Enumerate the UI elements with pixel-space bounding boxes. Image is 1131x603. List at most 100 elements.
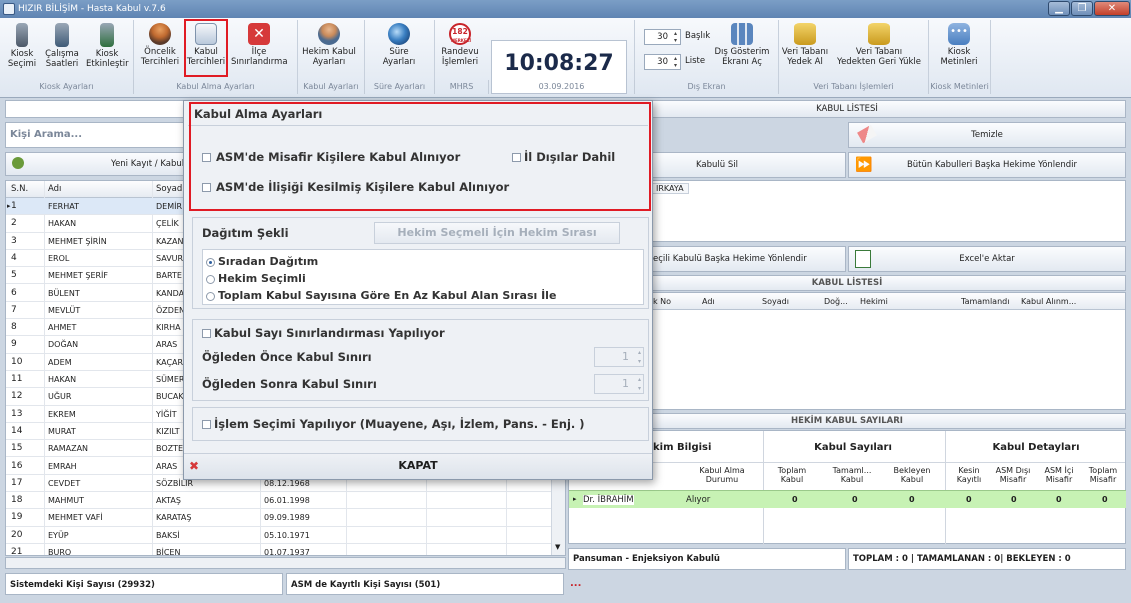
row-sn: 20	[11, 529, 23, 540]
kapat-button[interactable]: ✖ KAPAT	[184, 453, 652, 479]
sonra-spinner[interactable]: 1 ▴ ▾	[594, 374, 644, 394]
sonra-label: Öğleden Sonra Kabul Sınırı	[202, 377, 377, 391]
kiosk-etkinlestir-button[interactable]: Kiosk Etkinleştir	[86, 21, 129, 69]
dagitim-label: Dağıtım Şekli	[202, 226, 289, 240]
row-soyad: KAÇAR	[156, 357, 184, 367]
screen-grid-icon	[731, 23, 753, 45]
liste-spinner[interactable]: 30	[644, 54, 681, 70]
close-window-button[interactable]: ✕	[1094, 1, 1130, 16]
row-sn: 7	[11, 304, 17, 315]
row-ad: ADEM	[48, 357, 72, 367]
row-soyad: ÇELİK	[156, 219, 179, 229]
geri-yukle-button[interactable]: Veri Tabanı Yedekten Geri Yükle	[834, 21, 924, 67]
calisma-saatleri-button[interactable]: Çalışma Saatleri	[42, 21, 82, 69]
radio-hekim-secimli[interactable]: Hekim Seçimli	[206, 272, 306, 285]
kiosk-metinleri-button[interactable]: ••• Kiosk Metinleri	[934, 21, 984, 67]
baslik-spinner[interactable]: 30	[644, 29, 681, 45]
row-ad: RAMAZAN	[48, 444, 89, 454]
window-title: HIZIR BİLİŞİM - Hasta Kabul v.7.6	[18, 4, 166, 14]
row-ad: FERHAT	[48, 202, 79, 211]
grid-horizontal-scrollbar[interactable]	[5, 557, 566, 569]
radio-siradan[interactable]: Sıradan Dağıtım	[206, 255, 318, 268]
sure-ayarlari-button[interactable]: Süre Ayarları	[370, 21, 428, 67]
row-soyad: BARTE	[156, 271, 182, 281]
app-icon	[3, 3, 15, 15]
excel-export-button[interactable]: Excel'e Aktar	[848, 246, 1126, 272]
row-ad: CEVDET	[48, 478, 81, 488]
row-soyad: KARATAŞ	[156, 513, 192, 523]
once-spinner[interactable]: 1 ▴ ▾	[594, 347, 644, 367]
row-ad: DOĞAN	[48, 340, 79, 350]
yedek-al-button[interactable]: Veri Tabanı Yedek Al	[780, 21, 830, 67]
hekim-row[interactable]: ▸ Dr. İBRAHİM Alıyor 0 0 0 0 0 0 0	[569, 490, 1126, 508]
database-add-icon	[794, 23, 816, 45]
row-sn: 12	[11, 391, 23, 402]
row-ad: EKREM	[48, 409, 76, 419]
highlight-kabul-tercihleri	[184, 19, 228, 77]
row-ad: MEHMET VAFİ	[48, 513, 103, 523]
row-soyad: KIZILT	[156, 426, 180, 436]
row-sn: 13	[11, 408, 23, 419]
liste-label: Liste	[685, 56, 706, 66]
row-soyad: YİĞİT	[156, 409, 177, 419]
row-ad: MURAT	[48, 426, 76, 436]
kiosk-check-icon	[100, 23, 114, 47]
table-row[interactable]: 19 MEHMET VAFİ KARATAŞ 09.09.1989	[6, 509, 551, 527]
maximize-button[interactable]: ❐	[1071, 1, 1093, 16]
row-ad: MAHMUT	[48, 496, 85, 506]
eraser-icon	[857, 124, 877, 144]
row-sn: 2	[11, 218, 17, 229]
mhrs-logo-icon: 182 MERKEZİ	[449, 23, 471, 45]
redirect-all-button[interactable]: ⏩ Bütün Kabulleri Başka Hekime Yönlendir	[848, 152, 1126, 178]
row-soyad: SAVUR	[156, 253, 184, 263]
row-soyad: ARAS	[156, 461, 178, 471]
close-x-icon: ✖	[189, 459, 200, 473]
row-sn: 16	[11, 460, 23, 471]
row-ad: EYÜP	[48, 530, 69, 540]
chat-dots-icon: •••	[948, 23, 970, 45]
clock-time: 10:08:27	[504, 51, 614, 76]
hekim-kabul-ayarlari-button[interactable]: Hekim Kabul Ayarları	[300, 21, 358, 67]
pansuman-footer: Pansuman - Enjeksiyon Kabulü	[568, 548, 846, 570]
row-pointer-icon: ▸	[7, 202, 11, 210]
kiosk-icon	[16, 23, 28, 47]
globe-icon	[388, 23, 410, 45]
kiosk-secimi-button[interactable]: Kiosk Seçimi	[4, 21, 40, 69]
new-record-icon	[12, 157, 24, 169]
oncelik-tercihleri-button[interactable]: Öncelik Tercihleri	[137, 21, 183, 67]
row-sn: 6	[11, 287, 17, 298]
hekim-sira-button[interactable]: Hekim Seçmeli İçin Hekim Sırası	[374, 222, 620, 244]
table-row[interactable]: 18 MAHMUT AKTAŞ 06.01.1998	[6, 492, 551, 510]
row-ad: EMRAH	[48, 461, 77, 471]
islem-checkbox[interactable]: İşlem Seçimi Yapılıyor (Muayene, Aşı, İz…	[202, 417, 585, 431]
row-dogum: 08.12.1968	[264, 478, 310, 488]
users-icon	[149, 23, 171, 45]
row-sn: 5	[11, 270, 17, 281]
dis-gosterim-button[interactable]: Dış Gösterim Ekranı Aç	[712, 21, 772, 67]
row-soyad: DEMİR	[156, 202, 183, 211]
table-row[interactable]: 21 BURO BİCEN 01.07.1937	[6, 544, 551, 555]
status-asm-persons: ASM de Kayıtlı Kişi Sayısı (501)	[286, 573, 564, 595]
row-ad: BÜLENT	[48, 288, 80, 298]
row-soyad: AKTAŞ	[156, 496, 181, 506]
radio-toplam-kabul[interactable]: Toplam Kabul Sayısına Göre En Az Kabul A…	[206, 289, 556, 302]
minimize-button[interactable]: ▁	[1048, 1, 1070, 16]
table-row[interactable]: 20 EYÜP BAKSİ 05.10.1971	[6, 527, 551, 544]
row-sn: 14	[11, 425, 23, 436]
ilce-sinirlandirma-button[interactable]: ✕ İlçe Sınırlandırma	[231, 21, 288, 67]
row-dogum: 05.10.1971	[264, 530, 310, 540]
sinir-checkbox[interactable]: Kabul Sayı Sınırlandırması Yapılıyor	[202, 326, 445, 340]
row-sn: 10	[11, 356, 23, 367]
row-ad: MEHMET ŞERİF	[48, 271, 109, 281]
selected-name-chip[interactable]: IRKAYA	[651, 183, 689, 194]
baslik-label: Başlık	[685, 31, 711, 41]
excel-icon	[855, 250, 871, 268]
row-sn: 4	[11, 252, 17, 263]
clear-button[interactable]: Temizle	[848, 122, 1126, 148]
row-sn: 17	[11, 477, 23, 488]
fast-forward-icon: ⏩	[855, 157, 873, 173]
randevu-islemleri-button[interactable]: 182 MERKEZİ Randevu İşlemleri	[436, 21, 484, 67]
search-input[interactable]: Kişi Arama...	[10, 129, 82, 140]
row-sn: 9	[11, 339, 17, 350]
row-soyad: SÖZBİLİR	[156, 478, 194, 488]
